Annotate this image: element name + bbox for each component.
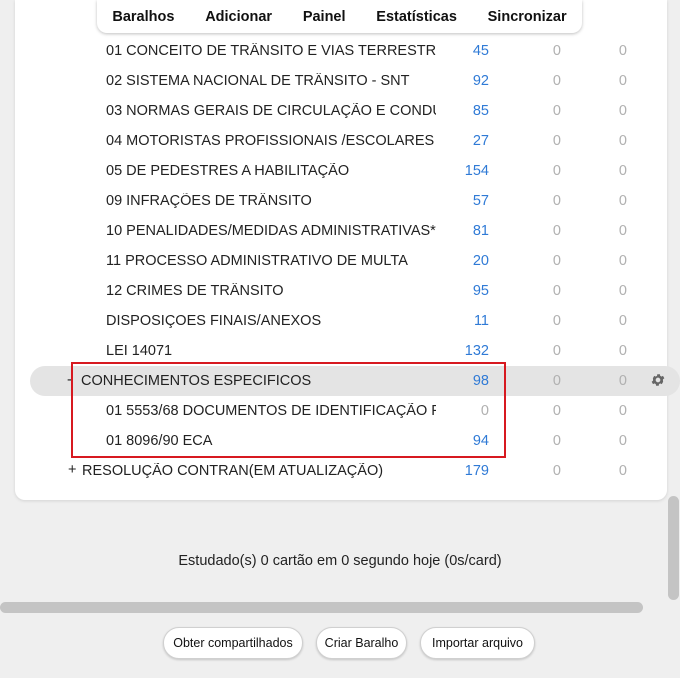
collapse-toggle[interactable]: - <box>67 372 77 388</box>
deck-name[interactable]: 09 INFRAÇÕES DE TRÂNSITO <box>106 193 436 209</box>
nav-browse[interactable]: Painel <box>299 9 350 25</box>
deck-row[interactable]: 01 8096/90 ECA 94 0 0 <box>15 426 667 456</box>
horizontal-scrollbar[interactable] <box>0 602 643 613</box>
deck-name[interactable]: 03 NORMAS GERAIS DE CIRCULAÇÃO E CONDUTA <box>106 103 436 119</box>
deck-name[interactable]: 11 PROCESSO ADMINISTRATIVO DE MULTA <box>106 253 436 269</box>
deck-row[interactable]: 11 PROCESSO ADMINISTRATIVO DE MULTA 20 0… <box>15 246 667 276</box>
create-deck-button[interactable]: Criar Baralho <box>316 627 407 659</box>
deck-name[interactable]: CONHECIMENTOS ESPECIFICOS <box>81 373 411 389</box>
deck-learn-count: 0 <box>552 193 561 209</box>
deck-name[interactable]: 04 MOTORISTAS PROFISSIONAIS /ESCOLARES <box>106 133 436 149</box>
deck-row[interactable]: LEI 14071 132 0 0 <box>15 336 667 366</box>
deck-name[interactable]: LEI 14071 <box>106 343 436 359</box>
deck-new-count: 95 <box>472 283 489 299</box>
import-file-button[interactable]: Importar arquivo <box>420 627 535 659</box>
deck-name[interactable]: 01 8096/90 ECA <box>106 433 436 449</box>
deck-due-count: 0 <box>618 283 627 299</box>
deck-learn-count: 0 <box>552 403 561 419</box>
deck-name[interactable]: 10 PENALIDADES/MEDIDAS ADMINISTRATIVAS* <box>106 223 436 239</box>
deck-due-count: 0 <box>618 223 627 239</box>
nav-add[interactable]: Adicionar <box>201 9 276 25</box>
deck-new-count: 11 <box>473 313 489 329</box>
deck-name[interactable]: 12 CRIMES DE TRÂNSITO <box>106 283 436 299</box>
deck-new-count: 20 <box>472 253 489 269</box>
deck-new-count: 0 <box>480 403 489 419</box>
deck-new-count: 154 <box>464 163 489 179</box>
deck-new-count: 57 <box>472 193 489 209</box>
anki-deck-browser: 01 CONCEITO DE TRÂNSITO E VIAS TERRESTRE… <box>0 0 680 678</box>
vertical-scrollbar[interactable] <box>668 496 679 600</box>
deck-row-current[interactable]: - CONHECIMENTOS ESPECIFICOS 98 0 0 <box>30 366 680 396</box>
deck-learn-count: 0 <box>552 373 561 389</box>
deck-due-count: 0 <box>618 433 627 449</box>
deck-name[interactable]: RESOLUÇÃO CONTRAN(EM ATUALIZAÇÃO) <box>82 463 412 479</box>
top-navigation: Baralhos Adicionar Painel Estatísticas S… <box>97 0 582 33</box>
deck-name[interactable]: DISPOSIÇOES FINAIS/ANEXOS <box>106 313 436 329</box>
deck-learn-count: 0 <box>552 163 561 179</box>
deck-due-count: 0 <box>618 463 627 479</box>
nav-decks[interactable]: Baralhos <box>108 9 178 25</box>
deck-row[interactable]: 01 5553/68 DOCUMENTOS DE IDENTIFICAÇÃO P… <box>15 396 667 426</box>
expand-toggle[interactable]: + <box>68 462 78 478</box>
deck-row[interactable]: + RESOLUÇÃO CONTRAN(EM ATUALIZAÇÃO) 179 … <box>15 456 667 486</box>
studied-today-text: Estudado(s) 0 cartão em 0 segundo hoje (… <box>178 553 502 569</box>
deck-new-count: 92 <box>472 73 489 89</box>
deck-learn-count: 0 <box>552 343 561 359</box>
deck-due-count: 0 <box>618 163 627 179</box>
deck-row[interactable]: 05 DE PEDESTRES A HABILITAÇÃO 154 0 0 <box>15 156 667 186</box>
deck-row[interactable]: 02 SISTEMA NACIONAL DE TRÂNSITO - SNT 92… <box>15 66 667 96</box>
deck-learn-count: 0 <box>552 73 561 89</box>
deck-new-count: 85 <box>472 103 489 119</box>
deck-learn-count: 0 <box>552 463 561 479</box>
deck-due-count: 0 <box>618 403 627 419</box>
deck-learn-count: 0 <box>552 43 561 59</box>
deck-new-count: 81 <box>472 223 489 239</box>
deck-learn-count: 0 <box>552 103 561 119</box>
deck-due-count: 0 <box>618 253 627 269</box>
deck-name[interactable]: 02 SISTEMA NACIONAL DE TRÂNSITO - SNT <box>106 73 436 89</box>
deck-learn-count: 0 <box>552 313 561 329</box>
deck-row[interactable]: 12 CRIMES DE TRÂNSITO 95 0 0 <box>15 276 667 306</box>
deck-row[interactable]: 09 INFRAÇÕES DE TRÂNSITO 57 0 0 <box>15 186 667 216</box>
deck-due-count: 0 <box>618 103 627 119</box>
deck-due-count: 0 <box>618 133 627 149</box>
deck-due-count: 0 <box>618 73 627 89</box>
deck-learn-count: 0 <box>552 433 561 449</box>
deck-due-count: 0 <box>618 193 627 209</box>
deck-learn-count: 0 <box>552 253 561 269</box>
deck-learn-count: 0 <box>552 133 561 149</box>
deck-name[interactable]: 05 DE PEDESTRES A HABILITAÇÃO <box>106 163 436 179</box>
deck-row[interactable]: 01 CONCEITO DE TRÂNSITO E VIAS TERRESTRE… <box>15 36 667 66</box>
deck-new-count: 98 <box>472 373 489 389</box>
deck-row[interactable]: 03 NORMAS GERAIS DE CIRCULAÇÃO E CONDUTA… <box>15 96 667 126</box>
nav-sync[interactable]: Sincronizar <box>484 9 571 25</box>
deck-due-count: 0 <box>618 373 627 389</box>
deck-new-count: 132 <box>464 343 489 359</box>
deck-due-count: 0 <box>618 343 627 359</box>
deck-new-count: 94 <box>472 433 489 449</box>
deck-new-count: 45 <box>472 43 489 59</box>
deck-new-count: 179 <box>464 463 489 479</box>
deck-due-count: 0 <box>618 43 627 59</box>
deck-due-count: 0 <box>618 313 627 329</box>
deck-row[interactable]: 04 MOTORISTAS PROFISSIONAIS /ESCOLARES 2… <box>15 126 667 156</box>
bottom-button-bar: Obter compartilhados Criar Baralho Impor… <box>0 627 680 661</box>
deck-name[interactable]: 01 5553/68 DOCUMENTOS DE IDENTIFICAÇÃO P… <box>106 403 436 419</box>
deck-new-count: 27 <box>472 133 489 149</box>
deck-learn-count: 0 <box>552 283 561 299</box>
deck-name[interactable]: 01 CONCEITO DE TRÂNSITO E VIAS TERRESTRE… <box>106 43 436 59</box>
get-shared-button[interactable]: Obter compartilhados <box>163 627 303 659</box>
deck-learn-count: 0 <box>552 223 561 239</box>
nav-stats[interactable]: Estatísticas <box>372 9 461 25</box>
deck-row[interactable]: 10 PENALIDADES/MEDIDAS ADMINISTRATIVAS* … <box>15 216 667 246</box>
gear-icon[interactable] <box>650 372 666 388</box>
deck-row[interactable]: DISPOSIÇOES FINAIS/ANEXOS 11 0 0 <box>15 306 667 336</box>
